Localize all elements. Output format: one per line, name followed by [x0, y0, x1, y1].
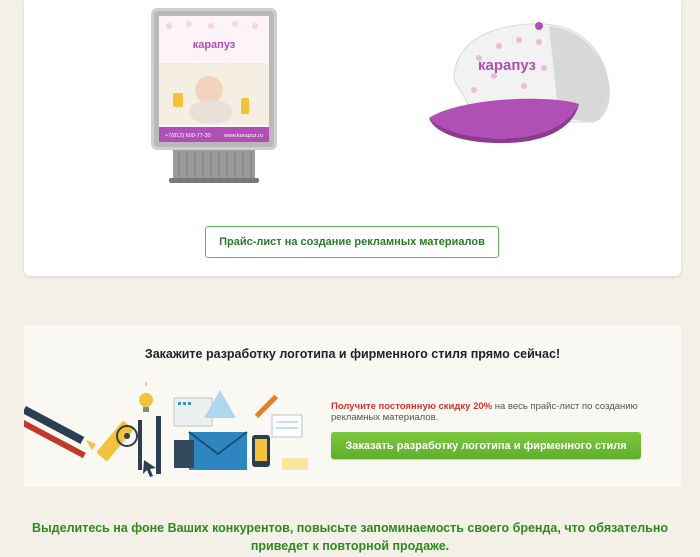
pen-tool-icon — [96, 421, 138, 461]
pencil-icon — [138, 420, 142, 470]
order-section-title: Закажите разработку логотипа и фирменног… — [144, 347, 561, 361]
light-bulb-icon — [139, 382, 153, 412]
slogan-line-2: приведет к повторной продаже. — [250, 539, 450, 553]
discount-promo-text: Получите постоянную скидку 20% на весь п… — [331, 401, 661, 423]
notepad-icon — [271, 414, 308, 470]
compass-icon — [24, 406, 96, 459]
cap-brand-text: карапуз — [478, 57, 536, 74]
product-showcase-card: карапуз +7(812) 600-77-30 www.karapuz.ru… — [24, 0, 681, 276]
discount-highlight: Получите постоянную скидку 20% — [331, 401, 493, 412]
design-tools-illustration — [24, 382, 308, 477]
pencil-icon — [156, 416, 161, 474]
advertising-stand-image: карапуз +7(812) 600-77-30 www.karapuz.ru — [151, 8, 277, 183]
price-list-button[interactable]: Прайс-лист на создание рекламных материа… — [205, 226, 499, 258]
phone-icon — [252, 435, 270, 467]
cursor-icon — [143, 460, 156, 477]
stand-brand-text: карапуз — [193, 39, 236, 51]
stand-site-text: www.karapuz.ru — [223, 133, 263, 139]
brand-slogan: Выделитесь на фоне Ваших конкурентов, по… — [0, 519, 700, 555]
order-section: Закажите разработку логотипа и фирменног… — [24, 325, 681, 487]
branded-cap-image: карапуз — [429, 22, 610, 144]
envelope-icon — [188, 431, 248, 470]
slogan-line-1: Выделитесь на фоне Ваших конкурентов, по… — [31, 521, 669, 535]
business-card-icon — [174, 440, 194, 468]
order-logo-button[interactable]: Заказать разработку логотипа и фирменног… — [331, 432, 641, 459]
stand-phone-text: +7(812) 600-77-30 — [165, 133, 211, 139]
